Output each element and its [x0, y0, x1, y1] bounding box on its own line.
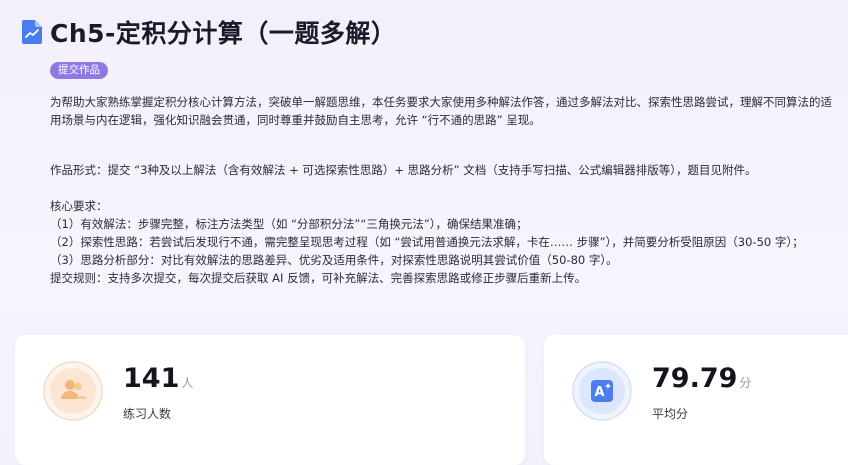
- rules-text: 提交规则：支持多次提交，每次提交后获取 AI 反馈，可补充解法、完善探索思路或修…: [50, 271, 587, 285]
- average-score-value-row: 79.79 分: [652, 363, 751, 394]
- average-score-label: 平均分: [652, 407, 689, 421]
- users-icon: [43, 361, 103, 421]
- core-heading: 核心要求：: [50, 199, 108, 213]
- average-score-unit: 分: [739, 376, 752, 390]
- practice-count-label: 练习人数: [123, 407, 172, 421]
- core-item: （3）思路分析部分：对比有效解法的思路差异、优劣及适用条件，对探索性思路说明其尝…: [50, 253, 618, 267]
- ai-score-icon: A: [572, 361, 632, 421]
- task-description: 为帮助大家熟练掌握定积分核心计算方法，突破单一解题思维，本任务要求大家使用多种解…: [50, 93, 840, 287]
- practice-count-unit: 人: [181, 376, 194, 390]
- average-score-value: 79.79: [652, 363, 738, 394]
- average-score-card: A 79.79 分 平均分: [544, 335, 848, 465]
- practice-count-value: 141: [123, 363, 180, 394]
- form-text: 作品形式：提交 “3种及以上解法（含有效解法 + 可选探索性思路）+ 思路分析”…: [50, 163, 757, 177]
- intro-text: 为帮助大家熟练掌握定积分核心计算方法，突破单一解题思维，本任务要求大家使用多种解…: [50, 95, 832, 127]
- document-chart-icon: [22, 20, 42, 44]
- core-item: （2）探索性思路：若尝试后发现行不通，需完整呈现思考过程（如 “尝试用普通换元法…: [50, 235, 804, 249]
- svg-text:A: A: [594, 385, 604, 400]
- practice-count-card: 141 人 练习人数: [15, 335, 525, 465]
- page-header: Ch5-定积分计算（一题多解）: [22, 14, 396, 50]
- page-title: Ch5-定积分计算（一题多解）: [50, 19, 397, 48]
- core-item: （1）有效解法：步骤完整，标注方法类型（如 “分部积分法”“三角换元法”），确保…: [50, 217, 528, 231]
- submission-badge[interactable]: 提交作品: [50, 62, 108, 79]
- practice-count-value-row: 141 人: [123, 363, 193, 394]
